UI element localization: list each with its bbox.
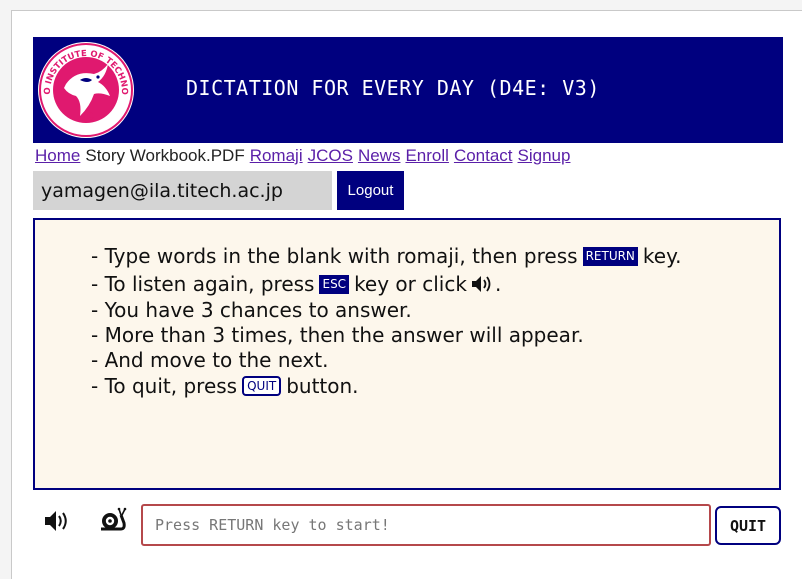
instruction-text: - Type words in the blank with romaji, t… [91, 244, 578, 268]
titech-logo: TOKYO INSTITUTE OF TECHNOLOGY JLC [36, 40, 134, 138]
logo-text-bottom: JLC [77, 111, 95, 122]
nav-link-home[interactable]: Home [35, 146, 80, 166]
speaker-icon [471, 276, 491, 292]
instruction-text: - To quit, press [91, 374, 238, 398]
esc-key-badge: ESC [319, 274, 350, 294]
answer-input[interactable] [141, 504, 711, 546]
nav-link-enroll[interactable]: Enroll [405, 146, 448, 166]
instruction-text: key or click [354, 272, 467, 296]
instruction-text: key. [642, 244, 682, 268]
instruction-line-4: - More than 3 times, then the answer wil… [91, 323, 584, 347]
instruction-line-1: - Type words in the blank with romaji, t… [91, 244, 681, 268]
instruction-line-2: - To listen again, press ESC key or clic… [91, 272, 501, 296]
logout-button[interactable]: Logout [337, 171, 404, 210]
nav-link-contact[interactable]: Contact [454, 146, 513, 166]
instructions-panel: - Type words in the blank with romaji, t… [33, 218, 781, 490]
top-nav: Home Story Workbook.PDF Romaji JCOS News… [35, 146, 570, 168]
instruction-text: button. [286, 374, 359, 398]
user-email-display: yamagen@ila.titech.ac.jp [33, 171, 332, 210]
return-key-badge: RETURN [582, 246, 638, 266]
page-title: DICTATION FOR EVERY DAY (D4E: V3) [186, 76, 600, 100]
header-banner: TOKYO INSTITUTE OF TECHNOLOGY JLC DICTAT… [33, 37, 783, 143]
nav-link-news[interactable]: News [358, 146, 401, 166]
snail-icon[interactable] [99, 507, 127, 533]
speaker-icon[interactable] [44, 510, 70, 532]
instruction-line-6: - To quit, press QUIT button. [91, 374, 359, 398]
instruction-text: . [494, 272, 502, 296]
instruction-line-5: - And move to the next. [91, 348, 329, 372]
nav-text-story-workbook: Story Workbook.PDF [85, 146, 245, 165]
instruction-text: - To listen again, press [91, 272, 315, 296]
quit-key-badge: QUIT [242, 376, 282, 396]
nav-link-signup[interactable]: Signup [518, 146, 571, 166]
instruction-line-3: - You have 3 chances to answer. [91, 298, 412, 322]
quit-button[interactable]: QUIT [715, 506, 781, 545]
nav-link-jcos[interactable]: JCOS [308, 146, 353, 166]
nav-link-romaji[interactable]: Romaji [250, 146, 303, 166]
svg-text:JLC: JLC [77, 111, 95, 122]
